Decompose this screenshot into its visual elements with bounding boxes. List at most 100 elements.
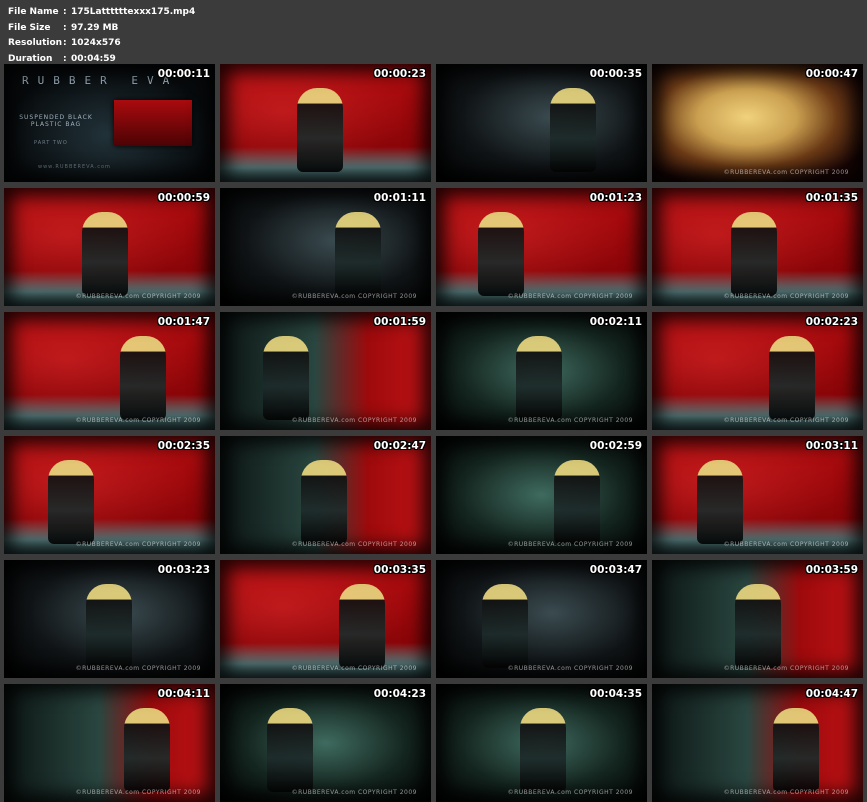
vignette-overlay: [652, 312, 863, 430]
file-size-value: 97.29 MB: [71, 22, 119, 33]
vignette-overlay: [652, 684, 863, 802]
video-thumbnail: ©RUBBEREVA.com COPYRIGHT 2009 00:02:47: [220, 436, 431, 554]
watermark: ©RUBBEREVA.com COPYRIGHT 2009: [291, 417, 417, 424]
timestamp-label: 00:00:35: [589, 68, 642, 80]
vignette-overlay: [220, 560, 431, 678]
timestamp-label: 00:03:11: [805, 440, 858, 452]
vignette-overlay: [220, 64, 431, 182]
video-thumbnail: ©RUBBEREVA.com COPYRIGHT 2009 00:04:23: [220, 684, 431, 802]
video-thumbnail: ©RUBBEREVA.com COPYRIGHT 2009 00:01:23: [436, 188, 647, 306]
vignette-overlay: [220, 684, 431, 802]
video-thumbnail: RUBBER EVA SUSPENDED BLACK PLASTIC BAG PAR…: [4, 64, 215, 182]
video-thumbnail: ©RUBBEREVA.com COPYRIGHT 2009 00:03:11: [652, 436, 863, 554]
file-size-label: File Size: [8, 22, 51, 33]
timestamp-label: 00:02:47: [373, 440, 426, 452]
video-thumbnail: ©RUBBEREVA.com COPYRIGHT 2009 00:04:35: [436, 684, 647, 802]
thumbnail-grid: RUBBER EVA SUSPENDED BLACK PLASTIC BAG PAR…: [4, 64, 863, 802]
timestamp-label: 00:01:35: [805, 192, 858, 204]
watermark: ©RUBBEREVA.com COPYRIGHT 2009: [723, 541, 849, 548]
vignette-overlay: [4, 560, 215, 678]
vignette-overlay: [4, 64, 215, 182]
video-thumbnail: ©RUBBEREVA.com COPYRIGHT 2009 00:01:11: [220, 188, 431, 306]
file-name-row: File Name : 175Lattttttexxx175.mp4: [8, 5, 195, 21]
timestamp-label: 00:01:11: [373, 192, 426, 204]
timestamp-label: 00:02:11: [589, 316, 642, 328]
file-name-label: File Name: [8, 7, 59, 17]
watermark: ©RUBBEREVA.com COPYRIGHT 2009: [291, 293, 417, 300]
video-thumbnail: ©RUBBEREVA.com COPYRIGHT 2009 00:02:11: [436, 312, 647, 430]
watermark: ©RUBBEREVA.com COPYRIGHT 2009: [291, 789, 417, 796]
watermark: ©RUBBEREVA.com COPYRIGHT 2009: [507, 293, 633, 300]
watermark: ©RUBBEREVA.com COPYRIGHT 2009: [291, 665, 417, 672]
vignette-overlay: [4, 436, 215, 554]
timestamp-label: 00:03:35: [373, 564, 426, 576]
file-info-panel: File Name : 175Lattttttexxx175.mp4 File …: [8, 5, 195, 67]
video-thumbnail: ©RUBBEREVA.com COPYRIGHT 2009 00:04:11: [4, 684, 215, 802]
watermark: ©RUBBEREVA.com COPYRIGHT 2009: [75, 417, 201, 424]
vignette-overlay: [436, 188, 647, 306]
vignette-overlay: [4, 312, 215, 430]
timestamp-label: 00:00:47: [805, 68, 858, 80]
watermark: ©RUBBEREVA.com COPYRIGHT 2009: [723, 293, 849, 300]
timestamp-label: 00:04:23: [373, 688, 426, 700]
video-thumbnail: ©RUBBEREVA.com COPYRIGHT 2009 00:03:23: [4, 560, 215, 678]
timestamp-label: 00:03:23: [157, 564, 210, 576]
video-thumbnail: ©RUBBEREVA.com COPYRIGHT 2009 00:04:47: [652, 684, 863, 802]
vignette-overlay: [436, 436, 647, 554]
vignette-overlay: [4, 684, 215, 802]
separator: :: [63, 7, 67, 17]
resolution-value: 1024x576: [71, 38, 121, 48]
watermark: ©RUBBEREVA.com COPYRIGHT 2009: [75, 789, 201, 796]
video-thumbnail: ©RUBBEREVA.com COPYRIGHT 2009 00:01:35: [652, 188, 863, 306]
resolution-row: Resolution : 1024x576: [8, 36, 195, 52]
file-size-row: File Size : 97.29 MB: [8, 21, 195, 37]
watermark: ©RUBBEREVA.com COPYRIGHT 2009: [291, 541, 417, 548]
video-thumbnail: ©RUBBEREVA.com COPYRIGHT 2009 00:01:59: [220, 312, 431, 430]
video-thumbnail: ©RUBBEREVA.com COPYRIGHT 2009 00:02:59: [436, 436, 647, 554]
vignette-overlay: [4, 188, 215, 306]
timestamp-label: 00:01:59: [373, 316, 426, 328]
timestamp-label: 00:03:47: [589, 564, 642, 576]
timestamp-label: 00:01:23: [589, 192, 642, 204]
timestamp-label: 00:02:59: [589, 440, 642, 452]
separator: :: [63, 22, 67, 33]
watermark: ©RUBBEREVA.com COPYRIGHT 2009: [507, 417, 633, 424]
vignette-overlay: [652, 64, 863, 182]
vignette-overlay: [652, 436, 863, 554]
video-thumbnail: ©RUBBEREVA.com COPYRIGHT 2009 00:02:35: [4, 436, 215, 554]
timestamp-label: 00:01:47: [157, 316, 210, 328]
timestamp-label: 00:00:59: [157, 192, 210, 204]
timestamp-label: 00:00:11: [157, 68, 210, 80]
timestamp-label: 00:04:11: [157, 688, 210, 700]
vignette-overlay: [652, 560, 863, 678]
video-thumbnail: 00:00:35: [436, 64, 647, 182]
vignette-overlay: [436, 684, 647, 802]
video-thumbnail: ©RUBBEREVA.com COPYRIGHT 2009 00:01:47: [4, 312, 215, 430]
timestamp-label: 00:03:59: [805, 564, 858, 576]
vignette-overlay: [220, 188, 431, 306]
video-thumbnail: ©RUBBEREVA.com COPYRIGHT 2009 00:03:47: [436, 560, 647, 678]
file-name-value: 175Lattttttexxx175.mp4: [71, 7, 196, 17]
timestamp-label: 00:04:47: [805, 688, 858, 700]
watermark: ©RUBBEREVA.com COPYRIGHT 2009: [75, 541, 201, 548]
timestamp-label: 00:02:23: [805, 316, 858, 328]
watermark: ©RUBBEREVA.com COPYRIGHT 2009: [507, 789, 633, 796]
vignette-overlay: [436, 560, 647, 678]
video-thumbnail: ©RUBBEREVA.com COPYRIGHT 2009 00:00:59: [4, 188, 215, 306]
video-thumbnail: ©RUBBEREVA.com COPYRIGHT 2009 00:03:35: [220, 560, 431, 678]
video-thumbnail: ©RUBBEREVA.com COPYRIGHT 2009 00:03:59: [652, 560, 863, 678]
timestamp-label: 00:02:35: [157, 440, 210, 452]
watermark: ©RUBBEREVA.com COPYRIGHT 2009: [75, 665, 201, 672]
watermark: ©RUBBEREVA.com COPYRIGHT 2009: [723, 665, 849, 672]
separator: :: [63, 38, 67, 48]
video-thumbnail: 00:00:23: [220, 64, 431, 182]
video-thumbnail: ©RUBBEREVA.com COPYRIGHT 2009 00:02:23: [652, 312, 863, 430]
vignette-overlay: [652, 188, 863, 306]
watermark: ©RUBBEREVA.com COPYRIGHT 2009: [723, 789, 849, 796]
watermark: ©RUBBEREVA.com COPYRIGHT 2009: [723, 417, 849, 424]
resolution-label: Resolution: [8, 38, 63, 48]
timestamp-label: 00:04:35: [589, 688, 642, 700]
watermark: ©RUBBEREVA.com COPYRIGHT 2009: [507, 541, 633, 548]
watermark: ©RUBBEREVA.com COPYRIGHT 2009: [507, 665, 633, 672]
vignette-overlay: [436, 312, 647, 430]
